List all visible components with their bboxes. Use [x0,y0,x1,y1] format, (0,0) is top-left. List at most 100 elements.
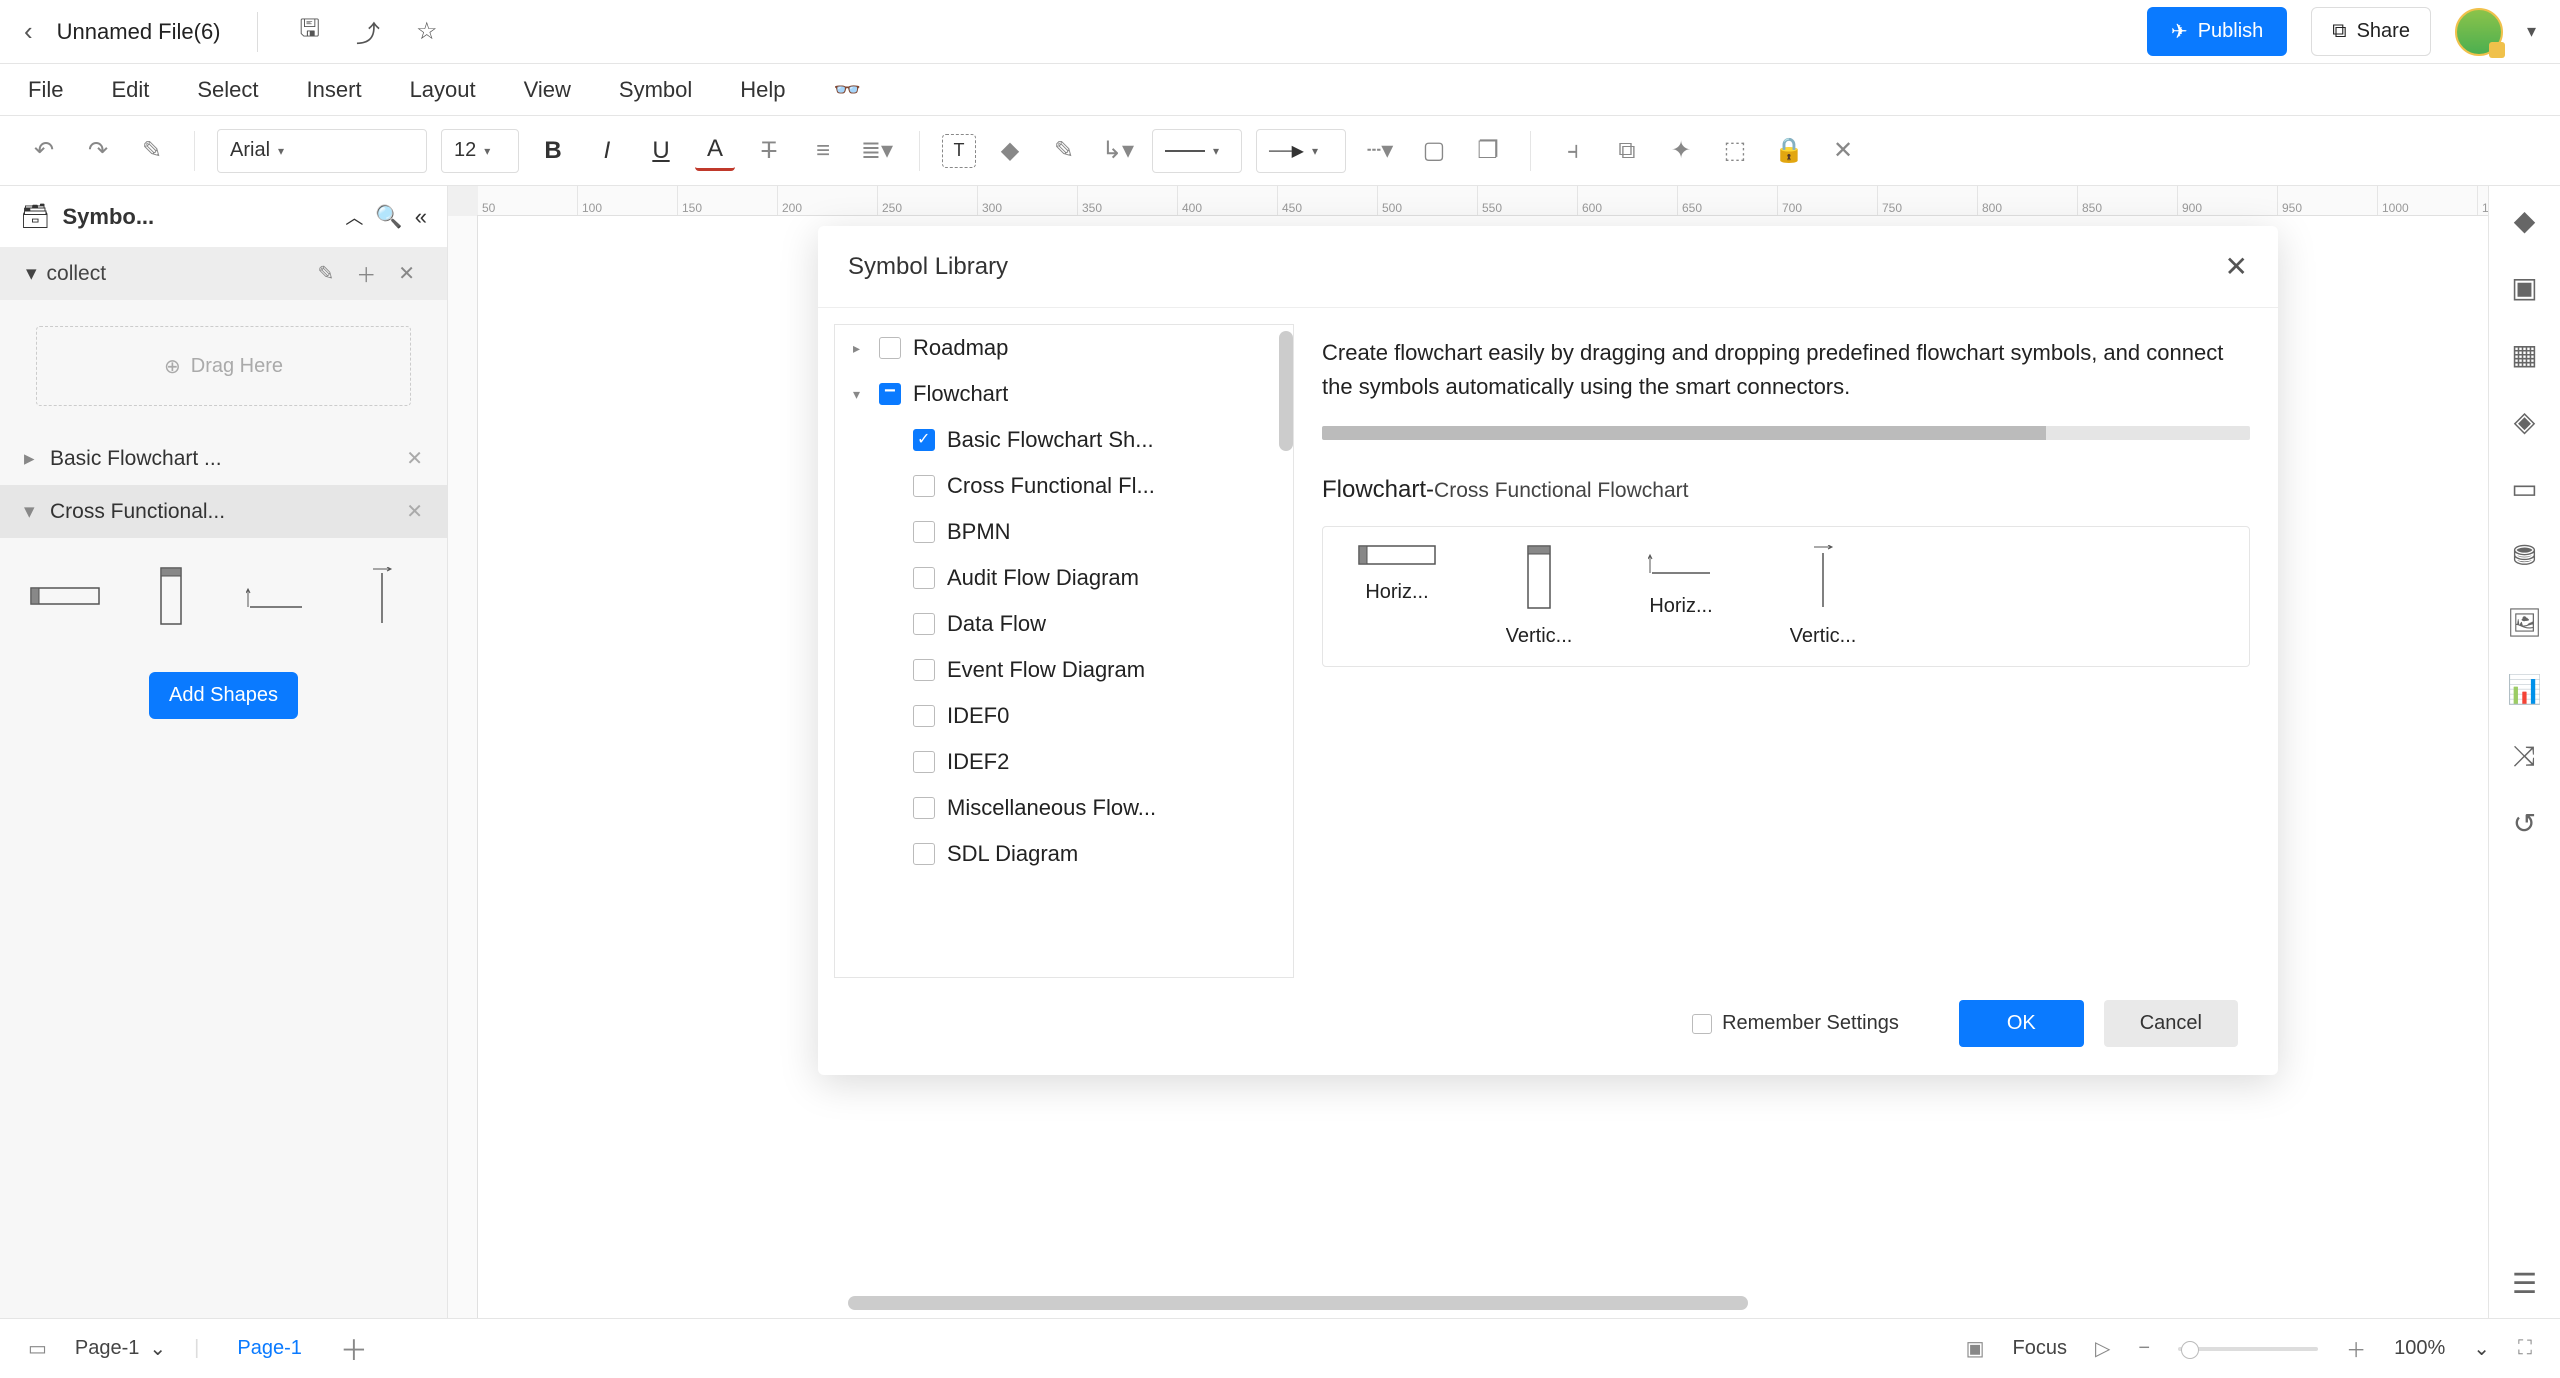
checkbox-partial[interactable] [879,383,901,405]
close-icon[interactable]: ✕ [2225,250,2248,283]
presentation-icon[interactable]: ▭ [2511,472,2537,505]
binoculars-icon[interactable]: 👓 [834,77,861,103]
underline-icon[interactable]: U [641,131,681,171]
connector-icon[interactable]: ↳▾ [1098,131,1138,171]
add-shapes-button[interactable]: Add Shapes [149,672,298,719]
close-icon[interactable]: ✕ [392,261,421,286]
distribute-icon[interactable]: ✦ [1661,131,1701,171]
lib-cross-functional[interactable]: ▾ Cross Functional... ✕ [0,485,447,538]
menu-symbol[interactable]: Symbol [619,77,692,103]
menu-edit[interactable]: Edit [111,77,149,103]
save-icon[interactable]: 🖫 [294,5,326,58]
text-box-icon[interactable]: T [942,134,976,168]
crop-icon[interactable]: ⬚ [1715,131,1755,171]
checkbox[interactable] [913,705,935,727]
shape-horiz-pool[interactable] [26,566,104,626]
preview-shape-vert-sep[interactable]: Vertic... [1759,545,1887,648]
lock-icon[interactable]: 🔒 [1769,131,1809,171]
checkbox[interactable] [913,475,935,497]
share-button[interactable]: ⧉ Share [2311,7,2431,56]
add-page-icon[interactable]: ＋ [340,1329,368,1369]
plus-icon[interactable]: ＋ [350,259,382,288]
tree-child[interactable]: Event Flow Diagram [835,647,1293,693]
shape-vert-sep[interactable] [343,566,421,626]
menu-select[interactable]: Select [197,77,258,103]
export-icon[interactable]: ⤴ [350,8,386,55]
tree-child[interactable]: Basic Flowchart Sh... [835,417,1293,463]
chevron-down-icon[interactable]: ⌄ [2473,1336,2490,1361]
format-painter-icon[interactable]: ✎ [132,131,172,171]
canvas[interactable]: 5010015020025030035040045050055060065070… [448,186,2488,1318]
preview-shape-horiz-pool[interactable]: Horiz... [1333,545,1461,648]
tree-child[interactable]: IDEF0 [835,693,1293,739]
edit-icon[interactable]: ✎ [311,261,340,286]
checkbox[interactable] [913,429,935,451]
checkbox[interactable] [1692,1014,1712,1034]
tree-child[interactable]: Audit Flow Diagram [835,555,1293,601]
checkbox[interactable] [879,337,901,359]
checkbox[interactable] [913,843,935,865]
tree-child[interactable]: Miscellaneous Flow... [835,785,1293,831]
zoom-value[interactable]: 100% [2394,1337,2445,1360]
shape-horiz-sep[interactable] [238,566,316,626]
undo-icon[interactable]: ↶ [24,131,64,171]
lib-basic-flowchart[interactable]: ▸ Basic Flowchart ... ✕ [0,432,447,485]
checkbox[interactable] [913,567,935,589]
menu-layout[interactable]: Layout [410,77,476,103]
redo-icon[interactable]: ↷ [78,131,118,171]
tree-flowchart[interactable]: ▾ Flowchart [835,371,1293,417]
menu-view[interactable]: View [524,77,571,103]
fill-icon[interactable]: ◆ [990,131,1030,171]
checkbox[interactable] [913,751,935,773]
align-icon[interactable]: ≡ [803,131,843,171]
database-icon[interactable]: ⛃ [2513,539,2536,572]
text-color-icon[interactable]: A [695,131,735,171]
fullscreen-icon[interactable]: ⛶ [2518,1337,2532,1360]
arrow-style-select[interactable]: ──▶▾ [1256,129,1346,173]
font-select[interactable]: Arial▾ [217,129,427,173]
file-name[interactable]: Unnamed File(6) [57,19,221,45]
close-icon[interactable]: ✕ [406,499,423,524]
menu-help[interactable]: Help [740,77,785,103]
line-spacing-icon[interactable]: ≣▾ [857,131,897,171]
tree-roadmap[interactable]: ▸ Roadmap [835,325,1293,371]
checkbox[interactable] [913,797,935,819]
cancel-button[interactable]: Cancel [2104,1000,2238,1047]
bold-icon[interactable]: B [533,131,573,171]
group-icon[interactable]: ⧉ [1607,131,1647,171]
scrollbar[interactable] [1279,331,1293,451]
back-icon[interactable]: ‹ [24,16,33,47]
checkbox[interactable] [913,659,935,681]
tree-child[interactable]: Cross Functional Fl... [835,463,1293,509]
zoom-slider[interactable] [2178,1347,2318,1351]
checkbox[interactable] [913,613,935,635]
menu-icon[interactable]: ☰ [2512,1267,2537,1300]
menu-file[interactable]: File [28,77,63,103]
pen-icon[interactable]: ✎ [1044,131,1084,171]
preview-shape-vert-pool[interactable]: Vertic... [1475,545,1603,648]
image-icon[interactable]: 🖼 [2507,606,2543,639]
size-select[interactable]: 12▾ [441,129,519,173]
fill-bucket-icon[interactable]: ◆ [2514,204,2536,237]
tree-child[interactable]: BPMN [835,509,1293,555]
avatar-caret-icon[interactable]: ▾ [2527,21,2536,42]
tree-child[interactable]: Data Flow [835,601,1293,647]
align-left-icon[interactable]: ⫞ [1553,131,1593,171]
grid-icon[interactable]: ▦ [2511,338,2537,371]
tree-child[interactable]: SDL Diagram [835,831,1293,877]
line-style-select[interactable]: ▾ [1152,129,1242,173]
page-select[interactable]: Page-1 ⌄ [75,1336,166,1361]
shape-vert-pool[interactable] [132,566,210,626]
dash-icon[interactable]: ┄▾ [1360,131,1400,171]
star-icon[interactable]: ☆ [410,11,444,52]
collect-bar[interactable]: ▾ collect ✎ ＋ ✕ [0,247,447,300]
focus-label[interactable]: Focus [2013,1337,2067,1360]
page-tab[interactable]: Page-1 [227,1337,312,1360]
remember-settings[interactable]: Remember Settings [1692,1012,1899,1035]
publish-button[interactable]: ✈ Publish [2147,7,2287,56]
layout-icon[interactable]: ▭ [28,1336,47,1361]
arrange-icon[interactable]: ▣ [2511,271,2537,304]
collapse-icon[interactable]: « [415,204,427,230]
shadow-icon[interactable]: ▢ [1414,131,1454,171]
shuffle-icon[interactable]: ⤨ [2513,740,2535,773]
